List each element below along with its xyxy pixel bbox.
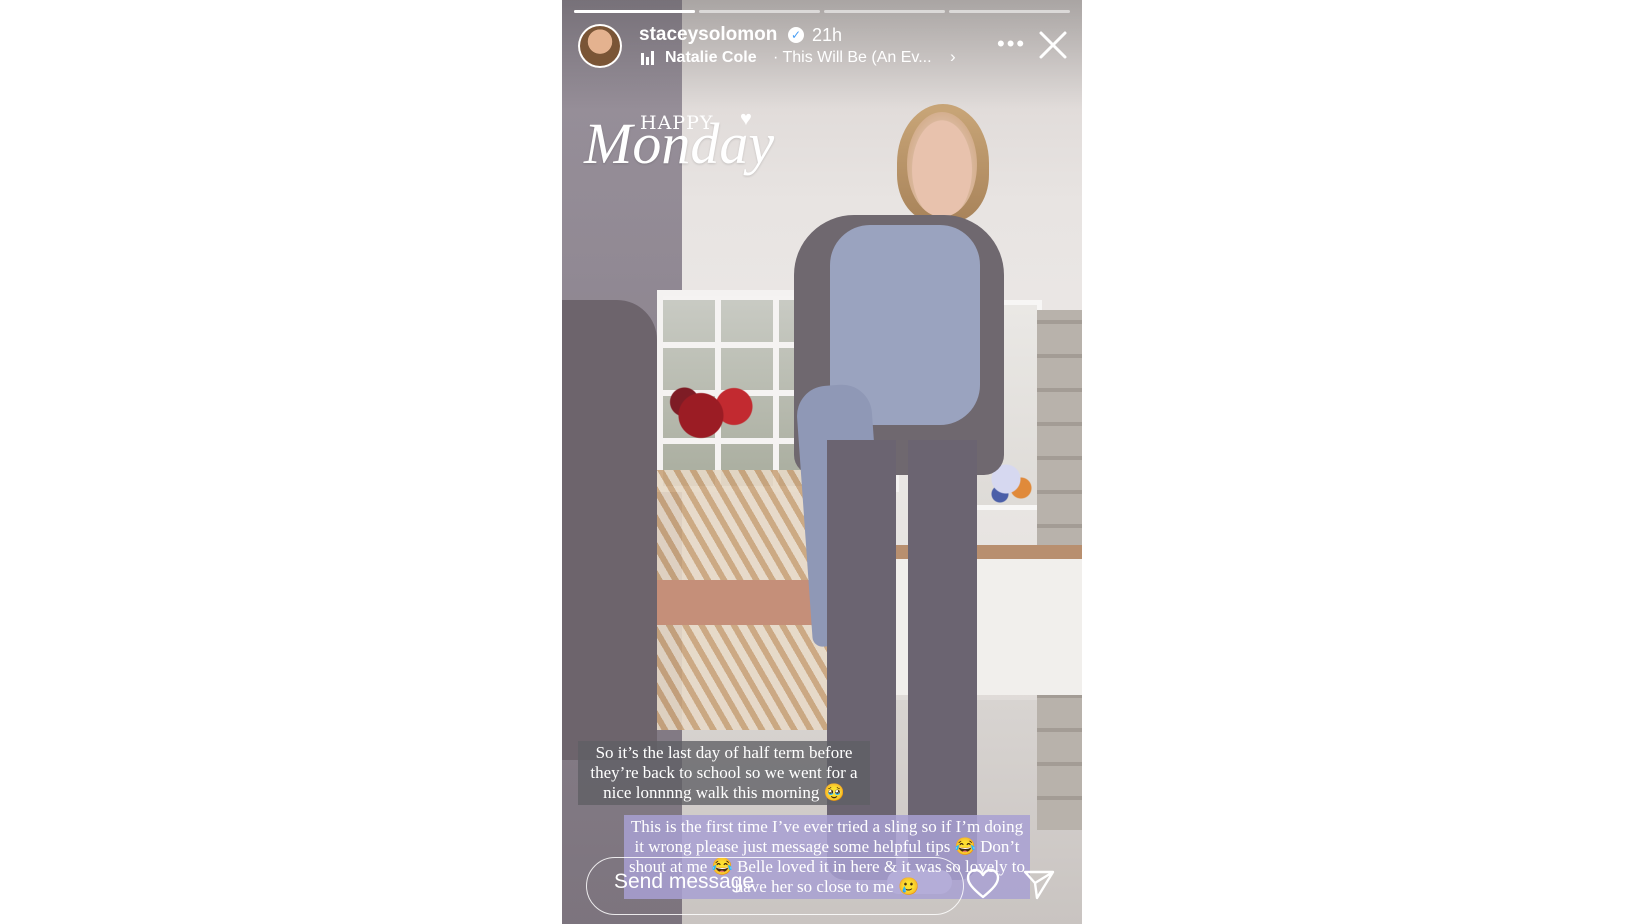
post-time: 21h	[812, 25, 843, 45]
reply-placeholder[interactable]: Send message	[614, 870, 754, 894]
avatar[interactable]	[578, 24, 622, 68]
username[interactable]: staceysolomon	[639, 24, 777, 46]
heart-icon[interactable]	[966, 868, 1000, 900]
cushion	[632, 580, 832, 625]
verified-badge-icon: ✓	[788, 27, 804, 43]
story-viewer[interactable]: staceysolomon ✓ 21h Natalie Cole · This …	[562, 0, 1082, 924]
music-bars-icon	[641, 51, 657, 65]
progress-segment	[824, 10, 945, 13]
progress-segment	[574, 10, 695, 13]
close-icon[interactable]	[1037, 29, 1069, 61]
music-artist[interactable]: Natalie Cole	[665, 49, 757, 67]
music-title[interactable]: · This Will Be (An Ev...	[773, 49, 932, 67]
more-options-icon[interactable]: •••	[997, 31, 1026, 57]
person-legs	[827, 440, 977, 880]
foreground-leg	[562, 300, 657, 760]
progress-segment	[949, 10, 1070, 13]
chevron-right-icon[interactable]: ›	[950, 47, 956, 67]
sticker-monday: Monday	[584, 111, 775, 176]
person-head	[907, 112, 977, 217]
caption-text: So it’s the last day of half term before…	[578, 741, 870, 805]
progress-segment	[699, 10, 820, 13]
story-progress-bar	[574, 10, 1070, 13]
roses-bouquet	[657, 375, 767, 465]
send-icon[interactable]	[1022, 868, 1056, 900]
